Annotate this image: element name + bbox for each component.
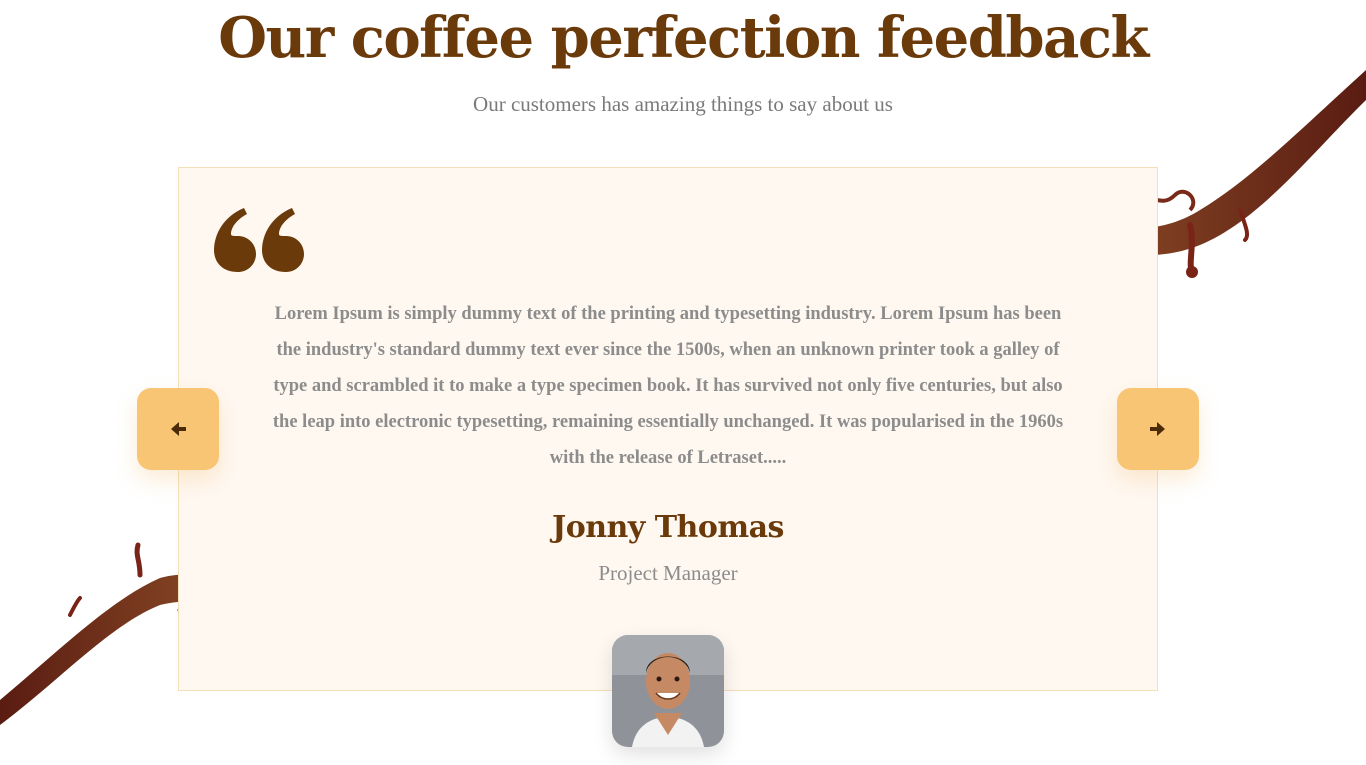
author-role: Project Manager — [598, 561, 738, 585]
testimonial-text: Lorem Ipsum is simply dummy text of the … — [272, 304, 1064, 468]
arrow-right-icon — [1150, 422, 1165, 436]
quote-icon — [214, 208, 304, 272]
previous-testimonial-button[interactable] — [137, 388, 219, 470]
section-title: Our coffee perfection feedback — [218, 5, 1149, 71]
next-testimonial-button[interactable] — [1117, 388, 1199, 470]
author-name: Jonny Thomas — [552, 510, 784, 545]
section-subtitle: Our customers has amazing things to say … — [473, 92, 893, 116]
arrow-left-icon — [171, 422, 186, 436]
author-avatar — [612, 635, 724, 747]
